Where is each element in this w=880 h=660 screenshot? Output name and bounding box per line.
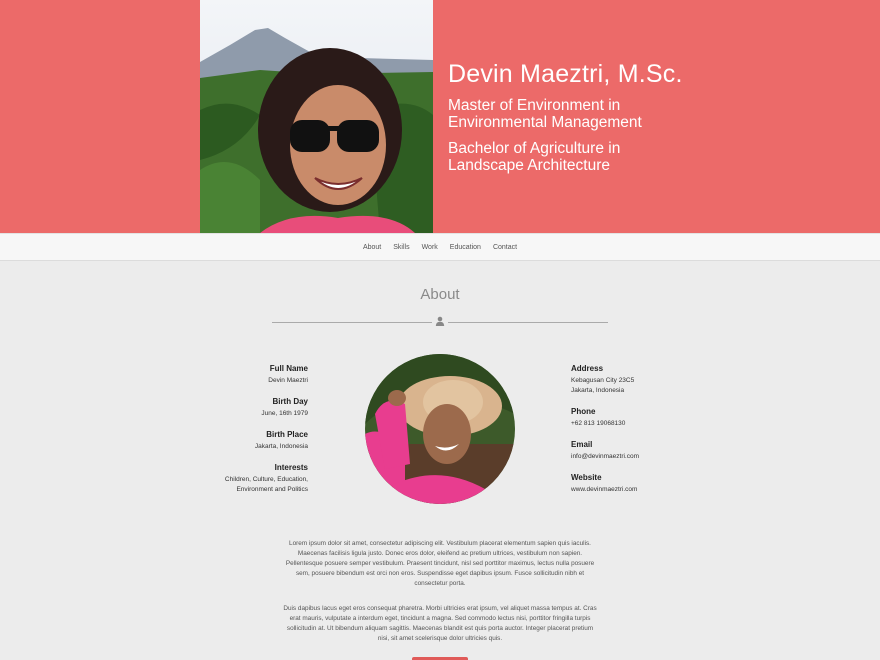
field-label: Interests bbox=[274, 463, 308, 472]
field-birth-day: Birth Day June, 16th 1979 bbox=[208, 396, 308, 419]
nav-item-about[interactable]: About bbox=[357, 244, 387, 251]
nav-item-skills[interactable]: Skills bbox=[387, 244, 415, 251]
field-label: Email bbox=[571, 440, 593, 449]
field-value: June, 16th 1979 bbox=[261, 410, 308, 417]
field-label: Website bbox=[571, 473, 602, 482]
field-website: Website www.devinmaeztri.com bbox=[571, 472, 671, 495]
field-interests: Interests Children, Culture, Education, … bbox=[208, 462, 308, 495]
divider-line-right bbox=[448, 322, 608, 323]
nav-item-education[interactable]: Education bbox=[444, 244, 487, 251]
nav-item-work[interactable]: Work bbox=[416, 244, 444, 251]
field-value: Jakarta, Indonesia bbox=[254, 443, 308, 450]
divider-line-left bbox=[272, 322, 432, 323]
field-label: Address bbox=[571, 364, 604, 373]
nav-list: About Skills Work Education Contact bbox=[357, 234, 523, 261]
field-label: Full Name bbox=[269, 364, 308, 373]
field-address: Address Kebagusan City 23C5 Jakarta, Ind… bbox=[571, 363, 671, 396]
field-value: Kebagusan City 23C5 Jakarta, Indonesia bbox=[571, 377, 635, 394]
field-value: Children, Culture, Education, Environmen… bbox=[224, 476, 308, 493]
section-title-about: About bbox=[420, 286, 460, 303]
info-column-right: Address Kebagusan City 23C5 Jakarta, Ind… bbox=[571, 363, 671, 505]
email-link[interactable]: info@devinmaeztri.com bbox=[571, 452, 671, 462]
profile-photo bbox=[200, 0, 433, 233]
bio-paragraph-1: Lorem ipsum dolor sit amet, consectetur … bbox=[285, 540, 595, 587]
person-icon bbox=[435, 316, 445, 326]
info-column-left: Full Name Devin Maeztri Birth Day June, … bbox=[208, 363, 308, 505]
field-value: +62 813 19068130 bbox=[571, 420, 626, 427]
field-birth-place: Birth Place Jakarta, Indonesia bbox=[208, 429, 308, 452]
bio-paragraph-2: Duis dapibus lacus eget eros consequat p… bbox=[283, 605, 597, 642]
hero-header: Devin Maeztri, M.Sc. Master of Environme… bbox=[0, 0, 880, 233]
field-email: Email info@devinmaeztri.com bbox=[571, 439, 671, 462]
field-value: Devin Maeztri bbox=[268, 377, 308, 384]
degree-master: Master of Environment in Environmental M… bbox=[448, 97, 642, 131]
nav-item-contact[interactable]: Contact bbox=[487, 244, 523, 251]
field-label: Phone bbox=[571, 407, 596, 416]
field-label: Birth Day bbox=[272, 397, 308, 406]
field-label: Birth Place bbox=[266, 430, 308, 439]
avatar bbox=[365, 354, 515, 504]
hero-text: Devin Maeztri, M.Sc. Master of Environme… bbox=[448, 58, 683, 174]
website-link[interactable]: www.devinmaeztri.com bbox=[571, 485, 671, 495]
field-phone: Phone +62 813 19068130 bbox=[571, 406, 671, 429]
main-nav: About Skills Work Education Contact bbox=[0, 233, 880, 261]
page-title: Devin Maeztri, M.Sc. bbox=[448, 60, 683, 88]
degree-bachelor: Bachelor of Agriculture in Landscape Arc… bbox=[448, 140, 621, 174]
field-full-name: Full Name Devin Maeztri bbox=[208, 363, 308, 386]
